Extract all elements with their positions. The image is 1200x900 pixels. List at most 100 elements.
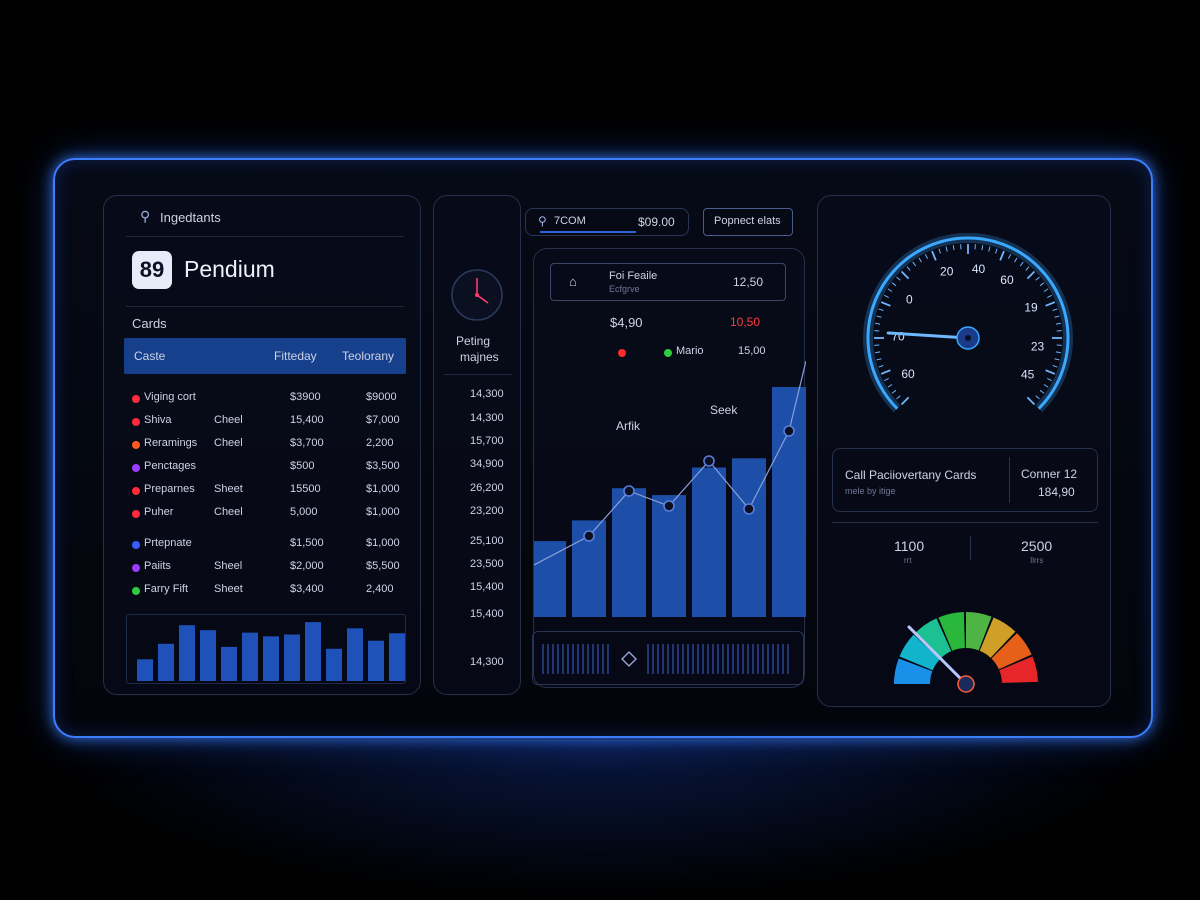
chart-point[interactable]	[663, 500, 675, 512]
legend-dot-green	[664, 349, 672, 357]
row-value-2: $1,000	[366, 537, 400, 549]
app-logo: 89	[132, 251, 172, 289]
gauge-tick	[1047, 377, 1052, 382]
chart-point[interactable]	[623, 485, 635, 497]
speedometer-gauge: 20 406019234560700	[863, 233, 1073, 413]
row-name: Farry Fift	[144, 583, 188, 595]
value-item: 34,900	[470, 458, 504, 470]
gauge-tick	[1052, 308, 1058, 311]
mini-bar	[284, 634, 300, 681]
row-status-dot	[132, 464, 140, 472]
gauge-tick	[1055, 322, 1061, 325]
chart-point[interactable]	[743, 503, 755, 515]
price-search-field[interactable]: ⚲ 7COM $09.00	[525, 208, 689, 236]
popnect-button[interactable]: Popnect elats	[703, 208, 793, 236]
section-title: Cards	[132, 316, 167, 331]
app-name: Pendium	[184, 256, 275, 282]
column-header-fitteday[interactable]: Fitteday	[274, 349, 317, 363]
mini-bar	[158, 643, 174, 681]
chart-bar[interactable]	[534, 541, 566, 617]
row-name: Preparnes	[144, 483, 195, 495]
chart-bar[interactable]	[652, 495, 686, 617]
table-header: Caste Fitteday Teolorany	[124, 338, 406, 374]
row-name: Penctages	[144, 460, 196, 472]
gauge-tick	[1045, 369, 1056, 375]
info-value: 12,50	[733, 275, 764, 289]
summary-card[interactable]: Call Paciiovertany Cards mele by itige C…	[832, 448, 1098, 512]
search-text: 7COM	[554, 215, 586, 227]
gauge-tick	[1035, 395, 1040, 400]
gauge-tick	[878, 365, 884, 368]
chart-panel: ⌂ Foi Feaile Ecfgrve 12,50 $4,90 10,50 M…	[532, 248, 806, 688]
row-value-1: $2,000	[290, 560, 324, 572]
gauge-tick	[918, 257, 922, 263]
chart-point[interactable]	[583, 530, 595, 542]
gauge-tick	[891, 389, 897, 394]
mini-bar	[200, 630, 216, 681]
legend-label: Mario	[676, 345, 704, 357]
chart-bar[interactable]	[732, 458, 766, 617]
column-header-caste[interactable]: Caste	[134, 349, 165, 363]
gauge-tick	[876, 315, 882, 318]
gauge-tick	[1055, 351, 1061, 354]
search-icon: ⚲	[140, 208, 151, 224]
floor-reflection	[40, 740, 1160, 900]
chart-point[interactable]	[703, 455, 715, 467]
row-type: Sheet	[214, 483, 243, 495]
gauge-tick	[931, 250, 937, 261]
gauge-tick	[1019, 261, 1024, 267]
color-gauge-hub	[957, 675, 975, 693]
mini-bar	[326, 648, 342, 681]
color-gauge	[894, 612, 1038, 693]
legend-value: 15,00	[738, 345, 766, 357]
gauge-tick	[878, 308, 884, 311]
gauge-label: 0	[906, 293, 913, 307]
gauge-tick	[891, 282, 897, 287]
gauge-label: 23	[1031, 339, 1045, 353]
card-sub: mele by itige	[845, 486, 896, 496]
row-status-dot	[132, 564, 140, 572]
row-status-dot	[132, 418, 140, 426]
row-type: Cheel	[214, 414, 243, 426]
gauge-tick	[1052, 365, 1058, 368]
stat-b: 2500	[1021, 538, 1053, 554]
gauge-label: 20	[940, 264, 954, 278]
chart-bar[interactable]	[692, 467, 726, 618]
info-sub: Ecfgrve	[609, 284, 640, 294]
row-name: Viging cort	[144, 391, 196, 403]
value-item: 14,300	[470, 388, 504, 400]
info-card[interactable]: ⌂ Foi Feaile Ecfgrve 12,50	[550, 263, 786, 301]
chart-bar[interactable]	[612, 488, 646, 617]
column-header-teolorany[interactable]: Teolorany	[342, 349, 394, 363]
row-value-2: $9000	[366, 391, 397, 403]
chart-point[interactable]	[783, 425, 795, 437]
gauge-tick	[896, 276, 901, 281]
row-value-1: 5,000	[290, 506, 318, 518]
row-name: Prtepnate	[144, 537, 192, 549]
timeline-scrubber[interactable]	[532, 631, 804, 685]
gauge-tick	[988, 246, 991, 252]
gauge-tick	[912, 261, 917, 267]
search-bar[interactable]: ⚲ Ingedtants	[126, 204, 404, 237]
value-item: 15,700	[470, 435, 504, 447]
divider	[444, 374, 512, 375]
row-status-dot	[132, 441, 140, 449]
row-name: Puher	[144, 506, 174, 518]
stat-left: $4,90	[610, 315, 643, 330]
chart-bar[interactable]	[772, 387, 806, 617]
scrubber-handle-icon[interactable]	[621, 651, 637, 667]
value-item: 23,500	[470, 558, 504, 570]
gauge-tick	[1047, 294, 1052, 299]
legend-dot-red	[618, 349, 626, 357]
row-status-dot	[132, 587, 140, 595]
dashboard-frame: ⚲ Ingedtants 89 Pendium Cards Caste Fitt…	[53, 158, 1153, 738]
ingredients-panel: ⚲ Ingedtants 89 Pendium Cards Caste Fitt…	[103, 195, 421, 695]
row-value-2: 2,400	[366, 583, 394, 595]
row-value-1: $3,400	[290, 583, 324, 595]
row-name: Reramings	[144, 437, 198, 449]
search-icon: ⚲	[538, 214, 547, 228]
stat-b-sub: Ilrrs	[1030, 556, 1044, 565]
row-type: Cheel	[214, 506, 243, 518]
gauge-label: 19	[1024, 301, 1038, 315]
search-value: $09.00	[638, 215, 675, 229]
